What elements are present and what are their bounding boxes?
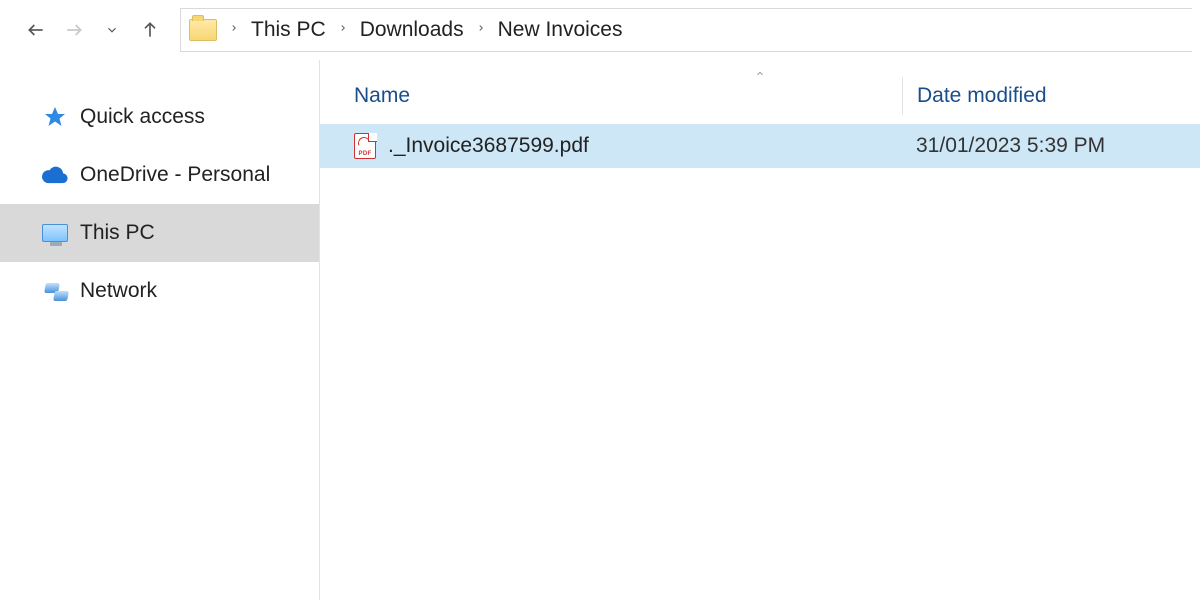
folder-icon <box>189 19 217 41</box>
chevron-right-icon <box>221 21 247 39</box>
sidebar-item-label: OneDrive - Personal <box>80 163 270 187</box>
network-icon <box>42 278 68 304</box>
back-button[interactable] <box>22 16 50 44</box>
up-button[interactable] <box>136 16 164 44</box>
sidebar-item-this-pc[interactable]: This PC <box>0 204 319 262</box>
cloud-icon <box>42 162 68 188</box>
sidebar-item-label: Quick access <box>80 105 205 129</box>
column-header-date[interactable]: Date modified <box>902 77 1200 115</box>
forward-button[interactable] <box>60 16 88 44</box>
main: Quick access OneDrive - Personal This PC… <box>0 60 1200 600</box>
sidebar-item-quick-access[interactable]: Quick access <box>0 88 319 146</box>
file-name-cell: ._Invoice3687599.pdf <box>320 133 902 159</box>
sidebar: Quick access OneDrive - Personal This PC… <box>0 60 320 600</box>
file-date-cell: 31/01/2023 5:39 PM <box>902 134 1200 158</box>
sidebar-item-label: This PC <box>80 221 155 245</box>
monitor-icon <box>42 220 68 246</box>
address-bar[interactable]: This PC Downloads New Invoices <box>180 8 1192 52</box>
sidebar-item-network[interactable]: Network <box>0 262 319 320</box>
breadcrumb-item-0[interactable]: This PC <box>247 14 330 46</box>
file-row[interactable]: ._Invoice3687599.pdf 31/01/2023 5:39 PM <box>320 124 1200 168</box>
chevron-right-icon <box>330 21 356 39</box>
file-list: Name Date modified ._Invoice3687599.pdf … <box>320 60 1200 600</box>
sidebar-item-label: Network <box>80 279 157 303</box>
topbar: This PC Downloads New Invoices <box>0 0 1200 60</box>
star-icon <box>42 104 68 130</box>
chevron-right-icon <box>468 21 494 39</box>
sidebar-item-onedrive[interactable]: OneDrive - Personal <box>0 146 319 204</box>
breadcrumb-item-2[interactable]: New Invoices <box>494 14 627 46</box>
file-name: ._Invoice3687599.pdf <box>388 134 589 158</box>
nav-buttons <box>8 16 174 44</box>
sort-indicator-icon <box>753 66 767 84</box>
column-header-name[interactable]: Name <box>320 84 902 108</box>
breadcrumb-item-1[interactable]: Downloads <box>356 14 468 46</box>
recent-locations-dropdown[interactable] <box>98 16 126 44</box>
pdf-file-icon <box>354 133 376 159</box>
